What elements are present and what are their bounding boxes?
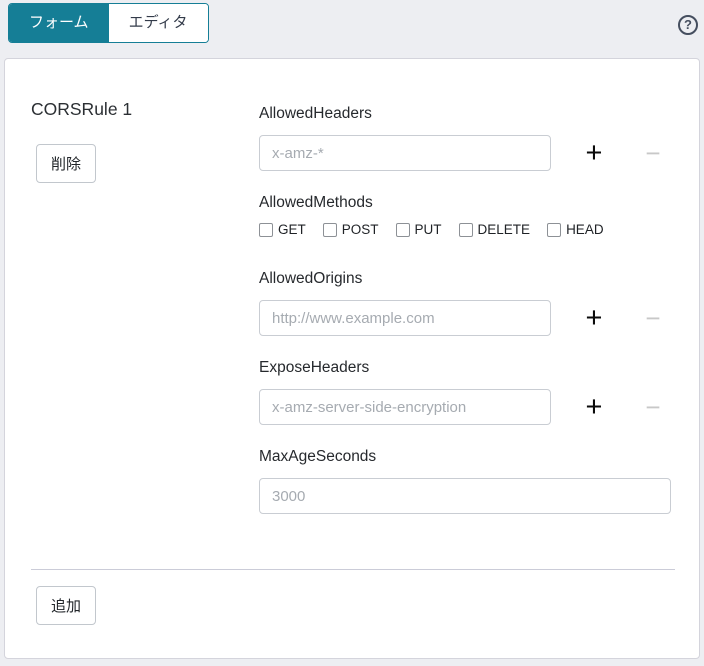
method-delete-option[interactable]: DELETE xyxy=(459,222,531,237)
panel-divider xyxy=(31,569,675,570)
method-head-label: HEAD xyxy=(566,222,604,237)
tab-form[interactable]: フォーム xyxy=(9,4,109,42)
expose-headers-input[interactable] xyxy=(259,389,551,425)
method-put-option[interactable]: PUT xyxy=(396,222,442,237)
method-delete-label: DELETE xyxy=(478,222,531,237)
method-delete-checkbox[interactable] xyxy=(459,223,473,237)
method-get-option[interactable]: GET xyxy=(259,222,306,237)
add-expose-header-button[interactable]: + xyxy=(577,389,611,425)
view-mode-tabs: フォーム エディタ xyxy=(8,3,209,43)
help-icon[interactable]: ? xyxy=(678,15,698,35)
cors-configuration-page: フォーム エディタ ? CORSRule 1 削除 AllowedHeaders… xyxy=(0,0,704,666)
method-get-label: GET xyxy=(278,222,306,237)
remove-allowed-header-button[interactable]: − xyxy=(636,135,670,171)
max-age-seconds-input[interactable] xyxy=(259,478,671,514)
rule-title: CORSRule 1 xyxy=(31,99,132,120)
allowed-headers-input[interactable] xyxy=(259,135,551,171)
method-post-label: POST xyxy=(342,222,379,237)
allowed-methods-label: AllowedMethods xyxy=(259,194,373,212)
remove-allowed-origin-button[interactable]: − xyxy=(636,300,670,336)
method-get-checkbox[interactable] xyxy=(259,223,273,237)
allowed-headers-label: AllowedHeaders xyxy=(259,105,372,123)
add-allowed-header-button[interactable]: + xyxy=(577,135,611,171)
method-post-checkbox[interactable] xyxy=(323,223,337,237)
delete-rule-button[interactable]: 削除 xyxy=(36,144,96,183)
method-head-option[interactable]: HEAD xyxy=(547,222,604,237)
add-rule-button[interactable]: 追加 xyxy=(36,586,96,625)
allowed-origins-label: AllowedOrigins xyxy=(259,270,362,288)
method-put-label: PUT xyxy=(415,222,442,237)
cors-rule-panel: CORSRule 1 削除 AllowedHeaders + − Allowed… xyxy=(4,58,700,659)
add-allowed-origin-button[interactable]: + xyxy=(577,300,611,336)
allowed-origins-input[interactable] xyxy=(259,300,551,336)
allowed-methods-group: GET POST PUT DELETE HEAD xyxy=(259,222,604,237)
max-age-seconds-label: MaxAgeSeconds xyxy=(259,448,376,466)
remove-expose-header-button[interactable]: − xyxy=(636,389,670,425)
method-head-checkbox[interactable] xyxy=(547,223,561,237)
tab-editor[interactable]: エディタ xyxy=(109,4,208,42)
expose-headers-label: ExposeHeaders xyxy=(259,359,369,377)
method-put-checkbox[interactable] xyxy=(396,223,410,237)
method-post-option[interactable]: POST xyxy=(323,222,379,237)
